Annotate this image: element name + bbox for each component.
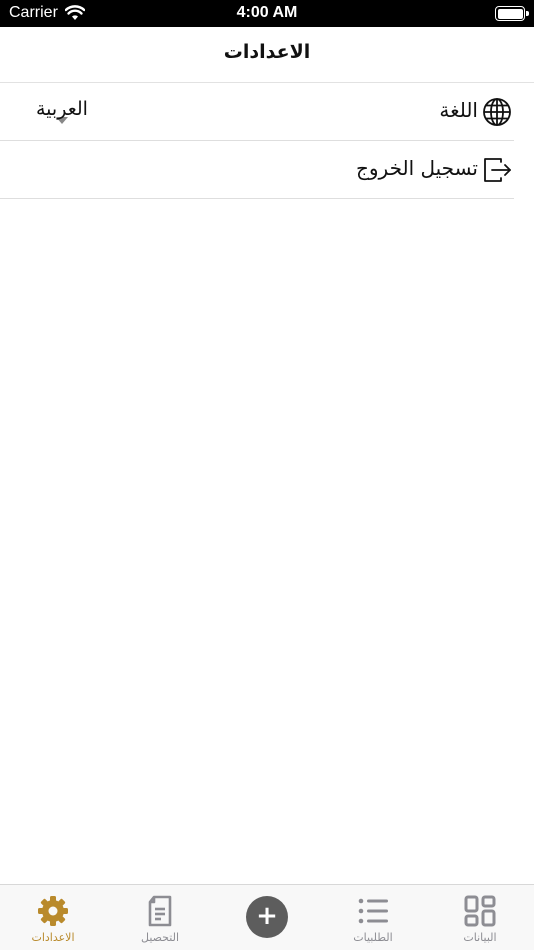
tab-settings[interactable]: الاعدادات [0, 885, 106, 950]
tab-collection[interactable]: التحصيل [107, 885, 213, 950]
status-bar: Carrier 4:00 AM [0, 0, 534, 27]
battery-icon [495, 6, 529, 21]
globe-icon [482, 97, 512, 127]
logout-label: تسجيل الخروج [355, 156, 478, 180]
language-label: اللغة [439, 98, 478, 122]
language-row[interactable]: اللغة العربية [0, 83, 514, 141]
gear-icon [36, 894, 70, 928]
page-title: الاعدادات [223, 41, 311, 63]
nav-header: الاعدادات [0, 27, 534, 83]
plus-icon: + [256, 901, 278, 931]
tab-collection-label: التحصيل [140, 931, 180, 944]
list-icon [356, 894, 390, 928]
grid-icon [463, 894, 497, 928]
tab-data-label: البيانات [463, 931, 497, 944]
tab-settings-label: الاعدادات [31, 931, 75, 944]
language-value: العربية [36, 98, 88, 120]
logout-icon [482, 155, 512, 185]
tab-orders-label: الطلبيات [353, 931, 393, 944]
tab-bar: البيانات الطلبيات + التحصيل الاعدادات [0, 884, 534, 950]
logout-row[interactable]: تسجيل الخروج [0, 141, 514, 199]
tab-data[interactable]: البيانات [427, 885, 533, 950]
document-icon [143, 894, 177, 928]
tab-orders[interactable]: الطلبيات [320, 885, 426, 950]
add-button[interactable]: + [246, 896, 288, 938]
clock: 4:00 AM [236, 4, 298, 21]
tab-add[interactable]: + [214, 885, 320, 950]
